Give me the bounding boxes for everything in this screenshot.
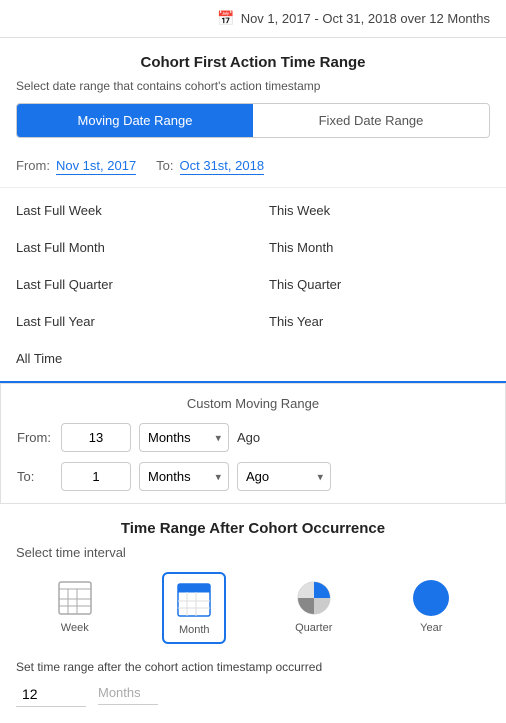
custom-from-suffix: Ago — [237, 430, 260, 445]
quick-options: Last Full Week This Week Last Full Month… — [0, 188, 506, 383]
interval-year-label: Year — [420, 622, 442, 634]
custom-to-unit-select[interactable]: Days Weeks Months Quarters Years — [139, 462, 229, 491]
date-range-tabs: Moving Date Range Fixed Date Range — [16, 103, 490, 138]
quarter-icon — [294, 578, 334, 618]
from-item: From: Nov 1st, 2017 — [16, 158, 136, 175]
calendar-icon: 📅 — [217, 10, 234, 27]
quick-all-time[interactable]: All Time — [0, 340, 506, 377]
quick-row-1: Last Full Week This Week — [0, 192, 506, 229]
quick-last-full-week[interactable]: Last Full Week — [0, 192, 253, 229]
custom-to-label: To: — [17, 469, 53, 484]
custom-to-unit-wrapper: Days Weeks Months Quarters Years — [139, 462, 229, 491]
custom-from-row: From: Days Weeks Months Quarters Years A… — [17, 423, 489, 452]
year-icon-circle — [413, 580, 449, 616]
set-range-input[interactable] — [16, 682, 86, 707]
quick-this-week[interactable]: This Week — [253, 192, 506, 229]
custom-to-row: To: Days Weeks Months Quarters Years Ago… — [17, 462, 489, 491]
main-content: Cohort First Action Time Range Select da… — [0, 38, 506, 723]
custom-from-unit-select[interactable]: Days Weeks Months Quarters Years — [139, 423, 229, 452]
quick-row-2: Last Full Month This Month — [0, 229, 506, 266]
interval-month[interactable]: Month — [162, 572, 226, 644]
custom-moving-range: Custom Moving Range From: Days Weeks Mon… — [0, 383, 506, 504]
custom-from-label: From: — [17, 430, 53, 445]
custom-range-title: Custom Moving Range — [17, 396, 489, 411]
set-range-unit: Months — [98, 685, 158, 705]
interval-year[interactable]: Year — [401, 572, 461, 644]
cohort-section-subtitle: Select date range that contains cohort's… — [0, 79, 506, 103]
from-label: From: — [16, 158, 50, 173]
interval-week[interactable]: Week — [45, 572, 105, 644]
interval-month-label: Month — [179, 624, 210, 636]
quick-this-year[interactable]: This Year — [253, 303, 506, 340]
quick-last-full-year[interactable]: Last Full Year — [0, 303, 253, 340]
interval-week-label: Week — [61, 622, 89, 634]
to-value[interactable]: Oct 31st, 2018 — [180, 158, 265, 175]
custom-from-unit-wrapper: Days Weeks Months Quarters Years — [139, 423, 229, 452]
from-to-row: From: Nov 1st, 2017 To: Oct 31st, 2018 — [0, 150, 506, 188]
custom-from-input[interactable] — [61, 423, 131, 452]
cohort-section-title: Cohort First Action Time Range — [0, 38, 506, 79]
tab-moving-date-range[interactable]: Moving Date Range — [17, 104, 253, 137]
custom-to-ago-select[interactable]: Ago From Now — [237, 462, 331, 491]
tab-fixed-date-range[interactable]: Fixed Date Range — [253, 104, 489, 137]
quick-row-3: Last Full Quarter This Quarter — [0, 266, 506, 303]
from-value[interactable]: Nov 1st, 2017 — [56, 158, 136, 175]
set-range-row: Months — [16, 682, 490, 707]
date-range-display: 📅 Nov 1, 2017 - Oct 31, 2018 over 12 Mon… — [217, 10, 490, 27]
quick-last-full-quarter[interactable]: Last Full Quarter — [0, 266, 253, 303]
time-interval-label: Select time interval — [16, 545, 490, 560]
set-range-label: Set time range after the cohort action t… — [16, 660, 490, 674]
quick-row-4: Last Full Year This Year — [0, 303, 506, 340]
year-icon — [411, 578, 451, 618]
week-icon — [55, 578, 95, 618]
quick-last-full-month[interactable]: Last Full Month — [0, 229, 253, 266]
interval-quarter-label: Quarter — [295, 622, 332, 634]
time-range-section: Time Range After Cohort Occurrence Selec… — [0, 504, 506, 707]
date-range-text: Nov 1, 2017 - Oct 31, 2018 over 12 Month… — [241, 11, 490, 26]
month-icon — [174, 580, 214, 620]
time-range-title: Time Range After Cohort Occurrence — [16, 520, 490, 537]
custom-to-input[interactable] — [61, 462, 131, 491]
custom-to-ago-wrapper: Ago From Now — [237, 462, 331, 491]
interval-icons: Week Month — [16, 572, 490, 644]
quick-row-5: All Time — [0, 340, 506, 377]
top-bar: 📅 Nov 1, 2017 - Oct 31, 2018 over 12 Mon… — [0, 0, 506, 38]
to-label: To: — [156, 158, 173, 173]
quick-this-quarter[interactable]: This Quarter — [253, 266, 506, 303]
quick-this-month[interactable]: This Month — [253, 229, 506, 266]
interval-quarter[interactable]: Quarter — [284, 572, 344, 644]
to-item: To: Oct 31st, 2018 — [156, 158, 264, 175]
